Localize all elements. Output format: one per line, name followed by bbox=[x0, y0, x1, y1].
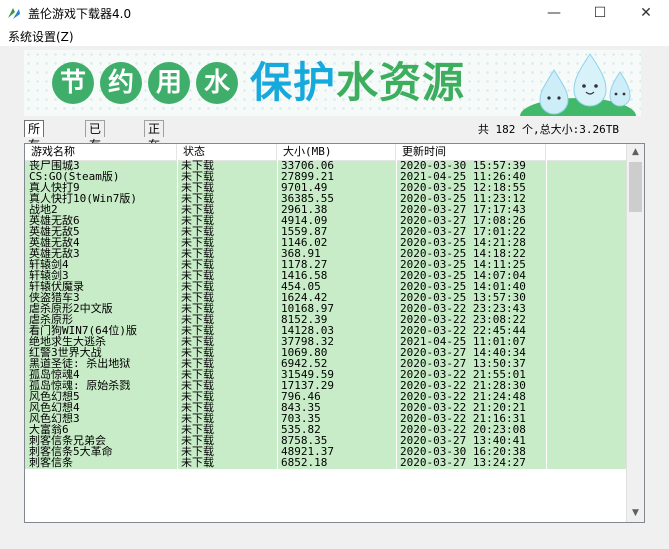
column-header-updated[interactable]: 更新时间 bbox=[396, 144, 546, 160]
column-separator bbox=[277, 144, 278, 522]
column-header-name[interactable]: 游戏名称 bbox=[25, 144, 177, 160]
summary-text: 共 182 个,总大小:3.26TB bbox=[477, 123, 619, 136]
water-drop-mascot-icon bbox=[520, 53, 636, 116]
banner-slogan: 保护水资源 bbox=[250, 56, 465, 110]
cell-game-name: 刺客信条 bbox=[29, 457, 73, 469]
maximize-button[interactable]: ☐ bbox=[577, 0, 623, 26]
close-button[interactable]: ✕ bbox=[623, 0, 669, 26]
game-list[interactable]: 游戏名称 状态 大小(MB) 更新时间 丧尸围城3 未下载 33706.06 2020… bbox=[24, 143, 645, 523]
table-row[interactable]: 刺客信条 未下载 6852.18 2020-03-27 13:24:27 bbox=[25, 457, 627, 469]
scroll-down-arrow-icon[interactable]: ▼ bbox=[627, 505, 644, 522]
window-title: 盖伦游戏下载器4.0 bbox=[28, 7, 132, 21]
list-header: 游戏名称 状态 大小(MB) 更新时间 bbox=[25, 144, 627, 161]
banner-slogan-part-2: 水资源 bbox=[336, 58, 466, 107]
banner-char-4: 水 bbox=[196, 62, 238, 104]
column-separator bbox=[546, 144, 547, 522]
column-header-status[interactable]: 状态 bbox=[177, 144, 277, 160]
tab-downloading[interactable]: 正在下载 bbox=[144, 120, 165, 184]
cell-updated: 2020-03-27 13:24:27 bbox=[400, 457, 526, 469]
tab-all-games[interactable]: 所有游戏 bbox=[24, 120, 45, 184]
banner: 节 约 用 水 保护水资源 bbox=[24, 50, 641, 116]
cell-size: 6852.18 bbox=[281, 457, 328, 469]
vertical-scrollbar[interactable]: ▲ ▼ bbox=[626, 144, 644, 522]
menu-system-settings[interactable]: 系统设置(Z) bbox=[8, 28, 74, 45]
column-header-size[interactable]: 大小(MB) bbox=[277, 144, 396, 160]
column-separator bbox=[396, 144, 397, 522]
app-logo-icon bbox=[8, 8, 20, 19]
list-rows: 丧尸围城3 未下载 33706.06 2020-03-30 15:57:39 CS:GO… bbox=[25, 160, 627, 469]
banner-char-1: 节 bbox=[52, 62, 94, 104]
scroll-up-arrow-icon[interactable]: ▲ bbox=[627, 144, 644, 161]
column-separator bbox=[177, 144, 178, 522]
tab-owned-games[interactable]: 已有游戏 bbox=[85, 120, 106, 184]
banner-slogan-part-1: 保护 bbox=[250, 58, 337, 107]
banner-char-2: 约 bbox=[100, 62, 142, 104]
cell-status: 未下载 bbox=[181, 457, 214, 469]
minimize-button[interactable]: — bbox=[531, 0, 577, 26]
menu-bar: 系统设置(Z) bbox=[0, 26, 669, 46]
banner-char-3: 用 bbox=[148, 62, 190, 104]
scrollbar-thumb[interactable] bbox=[629, 162, 642, 212]
title-bar: 盖伦游戏下载器4.0 — ☐ ✕ bbox=[0, 0, 669, 26]
